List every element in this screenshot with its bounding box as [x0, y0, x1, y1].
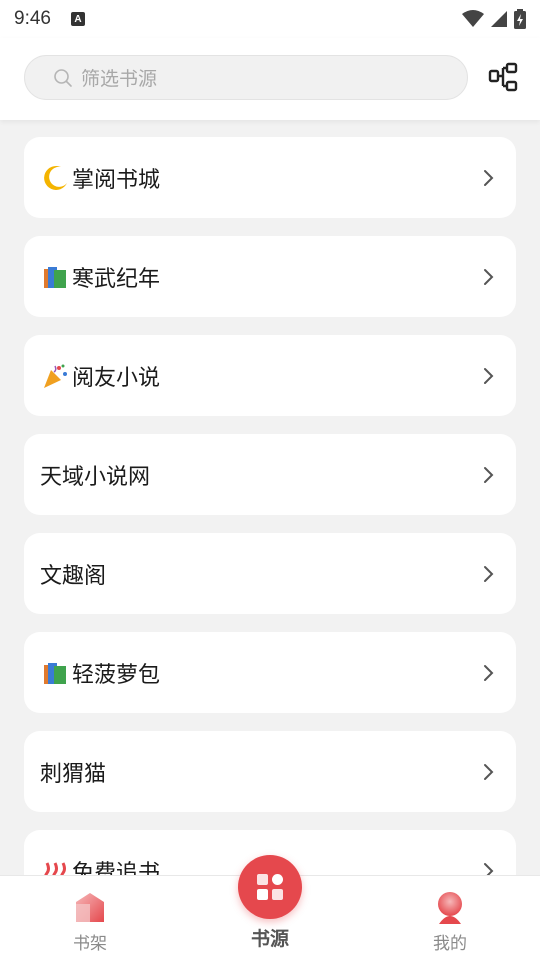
- source-item[interactable]: 阅友小说: [24, 335, 516, 416]
- source-item[interactable]: 寒武纪年: [24, 236, 516, 317]
- source-item-label: 天域小说网: [40, 464, 151, 490]
- status-time: 9:46: [14, 8, 51, 29]
- bookshelf-icon: [76, 893, 104, 922]
- status-icons: [462, 9, 526, 29]
- source-item-label: 轻菠萝包: [72, 662, 161, 688]
- wifi-icon: [462, 10, 484, 27]
- party-popper-emoji-icon: [40, 361, 70, 391]
- search-icon: [54, 68, 72, 87]
- nav-tab-mine[interactable]: 我的: [360, 876, 540, 960]
- status-bar: 9:46 A: [0, 0, 540, 38]
- books-emoji-icon: [40, 658, 70, 688]
- chevron-right-icon: [484, 763, 494, 780]
- battery-icon: [514, 9, 526, 29]
- signal-icon: [491, 11, 507, 27]
- source-item-label: 阅友小说: [72, 365, 161, 391]
- source-item-label: 寒武纪年: [72, 266, 161, 292]
- source-item-label: 文趣阁: [40, 563, 107, 589]
- hot-springs-emoji-icon: [40, 856, 70, 875]
- source-item[interactable]: 文趣阁: [24, 533, 516, 614]
- search-input[interactable]: 筛选书源: [24, 55, 468, 100]
- source-item-label: 刺猬猫: [40, 761, 107, 787]
- nav-label-bookshelf: 书架: [73, 934, 107, 954]
- grid-icon: [257, 874, 283, 900]
- chevron-right-icon: [484, 169, 494, 186]
- source-item[interactable]: 刺猬猫: [24, 731, 516, 812]
- moon-emoji-icon: [40, 163, 70, 193]
- nav-label-mine: 我的: [433, 934, 467, 954]
- nav-tab-bookshelf[interactable]: 书架: [0, 876, 180, 960]
- source-list: 掌阅书城 寒武纪年 阅友小说 天域小说网 文趣阁 轻菠萝包 刺猬猫 免费追书: [24, 137, 516, 875]
- profile-icon: [438, 892, 462, 924]
- chevron-right-icon: [484, 268, 494, 285]
- keyboard-indicator-icon: A: [70, 12, 85, 26]
- books-emoji-icon: [40, 262, 70, 292]
- chevron-right-icon: [484, 565, 494, 582]
- nav-label-sources: 书源: [250, 928, 289, 950]
- source-item[interactable]: 天域小说网: [24, 434, 516, 515]
- header: 筛选书源: [0, 38, 540, 120]
- chevron-right-icon: [484, 367, 494, 384]
- source-item[interactable]: 掌阅书城: [24, 137, 516, 218]
- source-item-label: 掌阅书城: [72, 167, 161, 193]
- sources-tab-button[interactable]: [238, 855, 302, 919]
- source-item[interactable]: 轻菠萝包: [24, 632, 516, 713]
- search-placeholder: 筛选书源: [81, 68, 158, 90]
- chevron-right-icon: [484, 862, 494, 875]
- chevron-right-icon: [484, 664, 494, 681]
- chevron-right-icon: [484, 466, 494, 483]
- source-structure-icon[interactable]: [488, 62, 520, 94]
